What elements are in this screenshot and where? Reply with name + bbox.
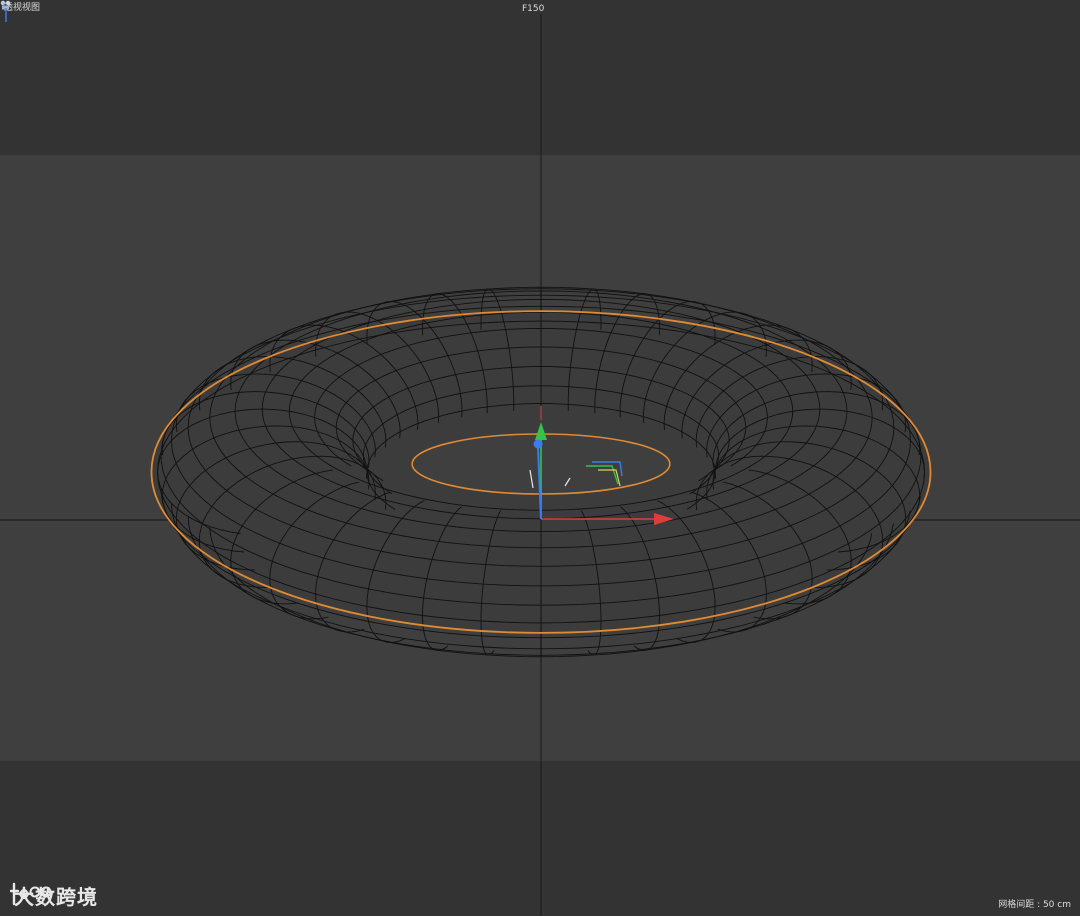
gizmo-z-handle[interactable] — [533, 439, 543, 449]
tbo-logo-icon — [10, 882, 52, 906]
background-upper — [0, 0, 1080, 155]
watermark: 大数跨境 — [10, 882, 98, 909]
background-lower — [0, 761, 1080, 916]
orientation-axis-icon: Y — [1, 1, 7, 22]
frame-counter: F150 — [522, 4, 545, 14]
axis-letter: Y — [1, 1, 7, 9]
grid-spacing-readout: 网格间距 : 50 cm — [998, 900, 1071, 910]
perspective-viewport[interactable]: 透视视图 F150 网格间距 : 50 cm Y 大数跨境 — [0, 0, 1080, 916]
scene-canvas[interactable] — [0, 0, 1080, 916]
